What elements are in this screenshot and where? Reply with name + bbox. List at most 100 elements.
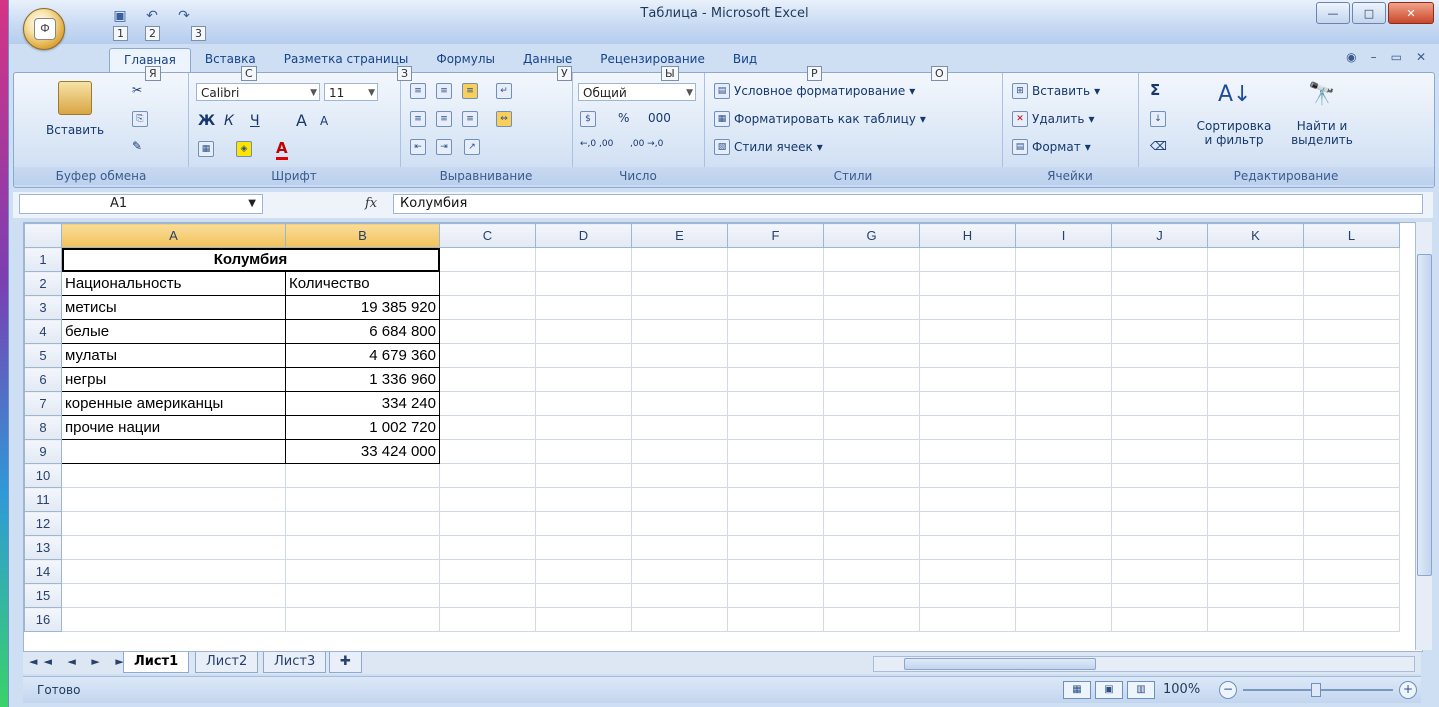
cell-f1[interactable] (727, 247, 824, 272)
fill-color-icon[interactable]: ◈ (236, 141, 252, 157)
percent-button[interactable]: % (618, 111, 629, 125)
increase-indent-icon[interactable]: ⇥ (436, 139, 452, 155)
fill-icon[interactable]: ↓ (1150, 111, 1166, 127)
wrap-text-icon[interactable]: ↵ (496, 83, 512, 99)
column-header-c[interactable]: C (439, 223, 536, 248)
cell-l3[interactable] (1303, 295, 1400, 320)
column-header-l[interactable]: L (1303, 223, 1400, 248)
normal-view-icon[interactable]: ▦ (1063, 681, 1091, 699)
cell-h12[interactable] (919, 511, 1016, 536)
format-painter-icon[interactable]: ✎ (132, 139, 142, 153)
cell-l15[interactable] (1303, 583, 1400, 608)
tab-view[interactable]: Вид (719, 48, 771, 72)
cell-c9[interactable] (439, 439, 536, 464)
tab-formulas[interactable]: Формулы (422, 48, 509, 72)
zoom-level[interactable]: 100% (1163, 682, 1200, 697)
cell-j1[interactable] (1111, 247, 1208, 272)
cell-j5[interactable] (1111, 343, 1208, 368)
cell-k3[interactable] (1207, 295, 1304, 320)
italic-button[interactable]: К (224, 113, 234, 129)
cell-j9[interactable] (1111, 439, 1208, 464)
help-icon[interactable]: ◉ (1346, 50, 1356, 64)
cell-j16[interactable] (1111, 607, 1208, 632)
cell-h9[interactable] (919, 439, 1016, 464)
cell-k13[interactable] (1207, 535, 1304, 560)
cell-f10[interactable] (727, 463, 824, 488)
row-header[interactable]: 10 (24, 463, 62, 488)
cell-f5[interactable] (727, 343, 824, 368)
cell-l2[interactable] (1303, 271, 1400, 296)
page-break-view-icon[interactable]: ▥ (1127, 681, 1155, 699)
column-header-h[interactable]: H (919, 223, 1016, 248)
row-header[interactable]: 6 (24, 367, 62, 392)
cell-f16[interactable] (727, 607, 824, 632)
cell-e4[interactable] (631, 319, 728, 344)
autosum-button[interactable]: Σ (1150, 81, 1160, 99)
maximize-button[interactable]: □ (1352, 2, 1386, 24)
cell-c10[interactable] (439, 463, 536, 488)
cell-f13[interactable] (727, 535, 824, 560)
cell-i7[interactable] (1015, 391, 1112, 416)
row-header[interactable]: 1 (24, 247, 62, 272)
cell-g6[interactable] (823, 367, 920, 392)
align-right-icon[interactable]: ≡ (462, 111, 478, 127)
cell-f12[interactable] (727, 511, 824, 536)
page-layout-view-icon[interactable]: ▣ (1095, 681, 1123, 699)
cell-f4[interactable] (727, 319, 824, 344)
bold-button[interactable]: Ж (198, 113, 215, 129)
sheet-tab-2[interactable]: Лист2 (195, 652, 259, 673)
cell-d4[interactable] (535, 319, 632, 344)
underline-button[interactable]: Ч (250, 113, 260, 129)
scroll-thumb[interactable] (904, 658, 1096, 670)
cell-f3[interactable] (727, 295, 824, 320)
cell-k4[interactable] (1207, 319, 1304, 344)
cell-j14[interactable] (1111, 559, 1208, 584)
cell-l7[interactable] (1303, 391, 1400, 416)
merge-center-icon[interactable]: ⇔ (496, 111, 512, 127)
cell-a15[interactable] (61, 583, 286, 608)
cell-l6[interactable] (1303, 367, 1400, 392)
scroll-thumb[interactable] (1417, 254, 1432, 576)
cell-c16[interactable] (439, 607, 536, 632)
row-header[interactable]: 16 (24, 607, 62, 632)
cell-e5[interactable] (631, 343, 728, 368)
insert-function-button[interactable]: fx (365, 196, 377, 211)
cell-styles-button[interactable]: ▧ Стили ячеек ▾ (714, 139, 823, 155)
cell-h8[interactable] (919, 415, 1016, 440)
cell-d11[interactable] (535, 487, 632, 512)
font-color-icon[interactable]: A (276, 139, 288, 160)
cell-i1[interactable] (1015, 247, 1112, 272)
cell-i2[interactable] (1015, 271, 1112, 296)
tab-data[interactable]: Данные (509, 48, 586, 72)
cell-j4[interactable] (1111, 319, 1208, 344)
cell-c1[interactable] (439, 247, 536, 272)
cell-i10[interactable] (1015, 463, 1112, 488)
cell-g9[interactable] (823, 439, 920, 464)
cell-d3[interactable] (535, 295, 632, 320)
row-header[interactable]: 5 (24, 343, 62, 368)
cell-c7[interactable] (439, 391, 536, 416)
cell-i9[interactable] (1015, 439, 1112, 464)
align-top-icon[interactable]: ≡ (410, 83, 426, 99)
decrease-indent-icon[interactable]: ⇤ (410, 139, 426, 155)
shrink-font-button[interactable]: A (320, 114, 328, 128)
cell-k15[interactable] (1207, 583, 1304, 608)
align-center-icon[interactable]: ≡ (436, 111, 452, 127)
row-header[interactable]: 3 (24, 295, 62, 320)
cell-c11[interactable] (439, 487, 536, 512)
cell-g15[interactable] (823, 583, 920, 608)
select-all-corner[interactable] (24, 223, 62, 248)
cell-j15[interactable] (1111, 583, 1208, 608)
currency-icon[interactable]: $ (580, 111, 596, 127)
cell-e10[interactable] (631, 463, 728, 488)
cell-c3[interactable] (439, 295, 536, 320)
cell-b12[interactable] (285, 511, 440, 536)
zoom-out-icon[interactable]: − (1219, 681, 1237, 699)
zoom-slider-knob[interactable] (1311, 683, 1321, 697)
cell-j8[interactable] (1111, 415, 1208, 440)
cell-j7[interactable] (1111, 391, 1208, 416)
cell-l4[interactable] (1303, 319, 1400, 344)
column-header-g[interactable]: G (823, 223, 920, 248)
tab-review[interactable]: Рецензирование (586, 48, 719, 72)
cell-i14[interactable] (1015, 559, 1112, 584)
